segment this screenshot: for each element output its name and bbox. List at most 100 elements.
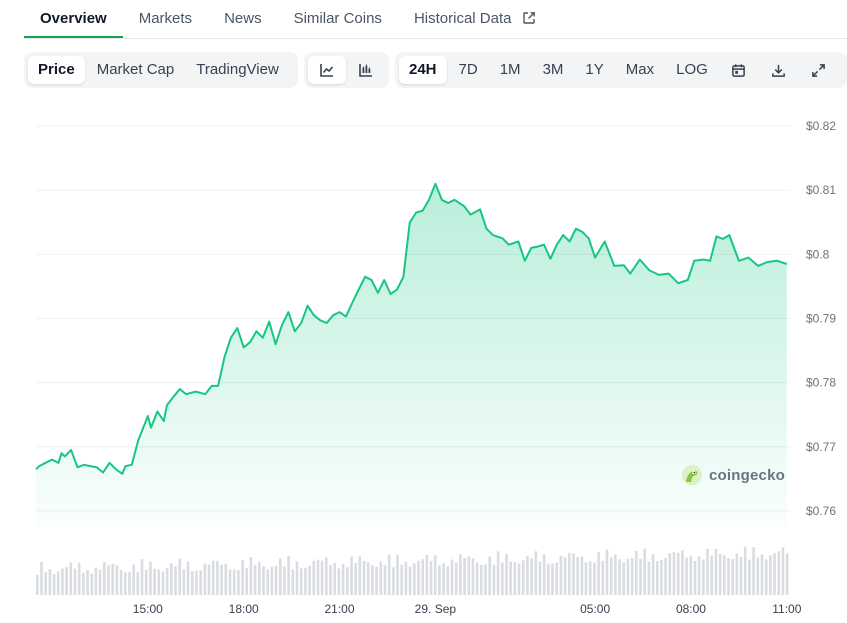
volume-bar: [362, 561, 366, 595]
volume-bar: [463, 557, 466, 595]
volume-bar: [521, 560, 525, 595]
volume-bar: [764, 559, 768, 595]
volume-bar: [283, 566, 286, 595]
volume-bar: [433, 555, 437, 595]
volume-bar: [467, 556, 471, 595]
volume-bar: [727, 558, 730, 595]
volume-bar: [237, 570, 240, 595]
volume-bar: [785, 553, 789, 595]
volume-bar: [316, 559, 320, 595]
volume-bar: [714, 548, 718, 595]
volume-bar: [635, 550, 638, 595]
volume-bar: [668, 553, 672, 595]
volume-bar: [341, 564, 345, 595]
y-tick-label: $0.76: [806, 504, 836, 518]
volume-bar: [442, 563, 445, 595]
volume-bar: [643, 548, 646, 595]
volume-bar: [299, 568, 303, 595]
volume-bar: [480, 564, 483, 595]
volume-bar: [593, 562, 596, 595]
volume-bar: [723, 554, 726, 595]
price-chart[interactable]: $0.82 $0.81 $0.8 $0.79 $0.78 $0.77 $0.76 15:00…: [0, 0, 847, 623]
volume-bar: [756, 557, 760, 595]
volume-bar: [86, 570, 89, 595]
volume-bar: [308, 565, 311, 595]
coingecko-watermark: coingecko: [681, 464, 785, 486]
volume-bar: [488, 556, 491, 595]
volume-bar: [220, 564, 223, 595]
volume-bar: [647, 561, 651, 595]
volume-bar: [329, 565, 332, 595]
volume-bar: [404, 561, 408, 595]
volume-bar: [140, 559, 144, 595]
volume-bar: [773, 553, 776, 595]
volume-bar: [601, 560, 605, 595]
volume-bar: [287, 556, 290, 595]
volume-bar: [392, 567, 395, 595]
volume-bar: [664, 558, 667, 595]
volume-bar: [731, 559, 734, 595]
x-tick-label: 15:00: [133, 602, 163, 616]
volume-bar: [111, 563, 114, 595]
volume-bar: [413, 563, 416, 595]
volume-bar: [614, 554, 617, 595]
volume-bar: [396, 554, 399, 595]
volume-bar: [170, 563, 173, 595]
volume-bar: [371, 565, 374, 595]
volume-bar: [94, 567, 98, 595]
gecko-logo-icon: [682, 465, 702, 485]
volume-bar: [258, 561, 261, 595]
volume-bar: [115, 565, 119, 595]
volume-bar: [132, 564, 135, 595]
volume-bar: [216, 560, 219, 595]
volume-bar: [781, 547, 785, 595]
volume-bar: [304, 567, 307, 595]
volume-bar: [191, 571, 194, 595]
volume-bar: [618, 559, 621, 595]
volume-bar: [157, 569, 161, 595]
volume-bar: [526, 555, 529, 595]
volume-bar: [174, 566, 177, 595]
volume-bar: [777, 551, 780, 595]
x-tick-label: 18:00: [229, 602, 259, 616]
volume-bar: [693, 561, 697, 595]
volume-bar: [161, 571, 165, 595]
volume-bar: [375, 566, 378, 595]
volume-bar: [651, 554, 655, 595]
volume-bar: [144, 569, 148, 595]
volume-bar: [551, 563, 554, 595]
volume-bar: [224, 563, 228, 595]
volume-bar: [346, 567, 349, 595]
y-tick-label: $0.81: [806, 183, 836, 197]
volume-bar: [748, 559, 751, 595]
volume-bar: [48, 569, 52, 595]
volume-bar: [274, 565, 278, 595]
volume-bar: [98, 569, 102, 595]
volume-bar: [69, 562, 73, 595]
volume-bar: [262, 566, 265, 595]
volume-bar: [325, 557, 328, 595]
volume-bar: [421, 559, 424, 595]
volume-bar: [513, 562, 517, 595]
volume-bar: [446, 566, 450, 595]
volume-bar: [203, 563, 207, 595]
volume-bar: [366, 562, 370, 595]
volume-bar: [291, 569, 295, 595]
volume-bar: [90, 573, 94, 595]
volume-bar: [383, 564, 387, 595]
volume-bar: [484, 564, 487, 595]
volume-bar: [530, 558, 533, 595]
volume-bar: [52, 574, 56, 595]
volume-bar: [153, 568, 156, 595]
volume-bar: [417, 560, 420, 595]
volume-bar: [77, 562, 81, 595]
volume-bar: [739, 557, 743, 595]
volume-bar: [509, 561, 512, 595]
volume-bar: [40, 562, 43, 595]
volume-bar: [270, 566, 274, 595]
volume-bar: [538, 561, 542, 595]
volume-bar: [232, 569, 236, 595]
volume-bar: [295, 561, 299, 595]
volume-bar: [195, 570, 198, 595]
volume-bar: [718, 553, 722, 595]
